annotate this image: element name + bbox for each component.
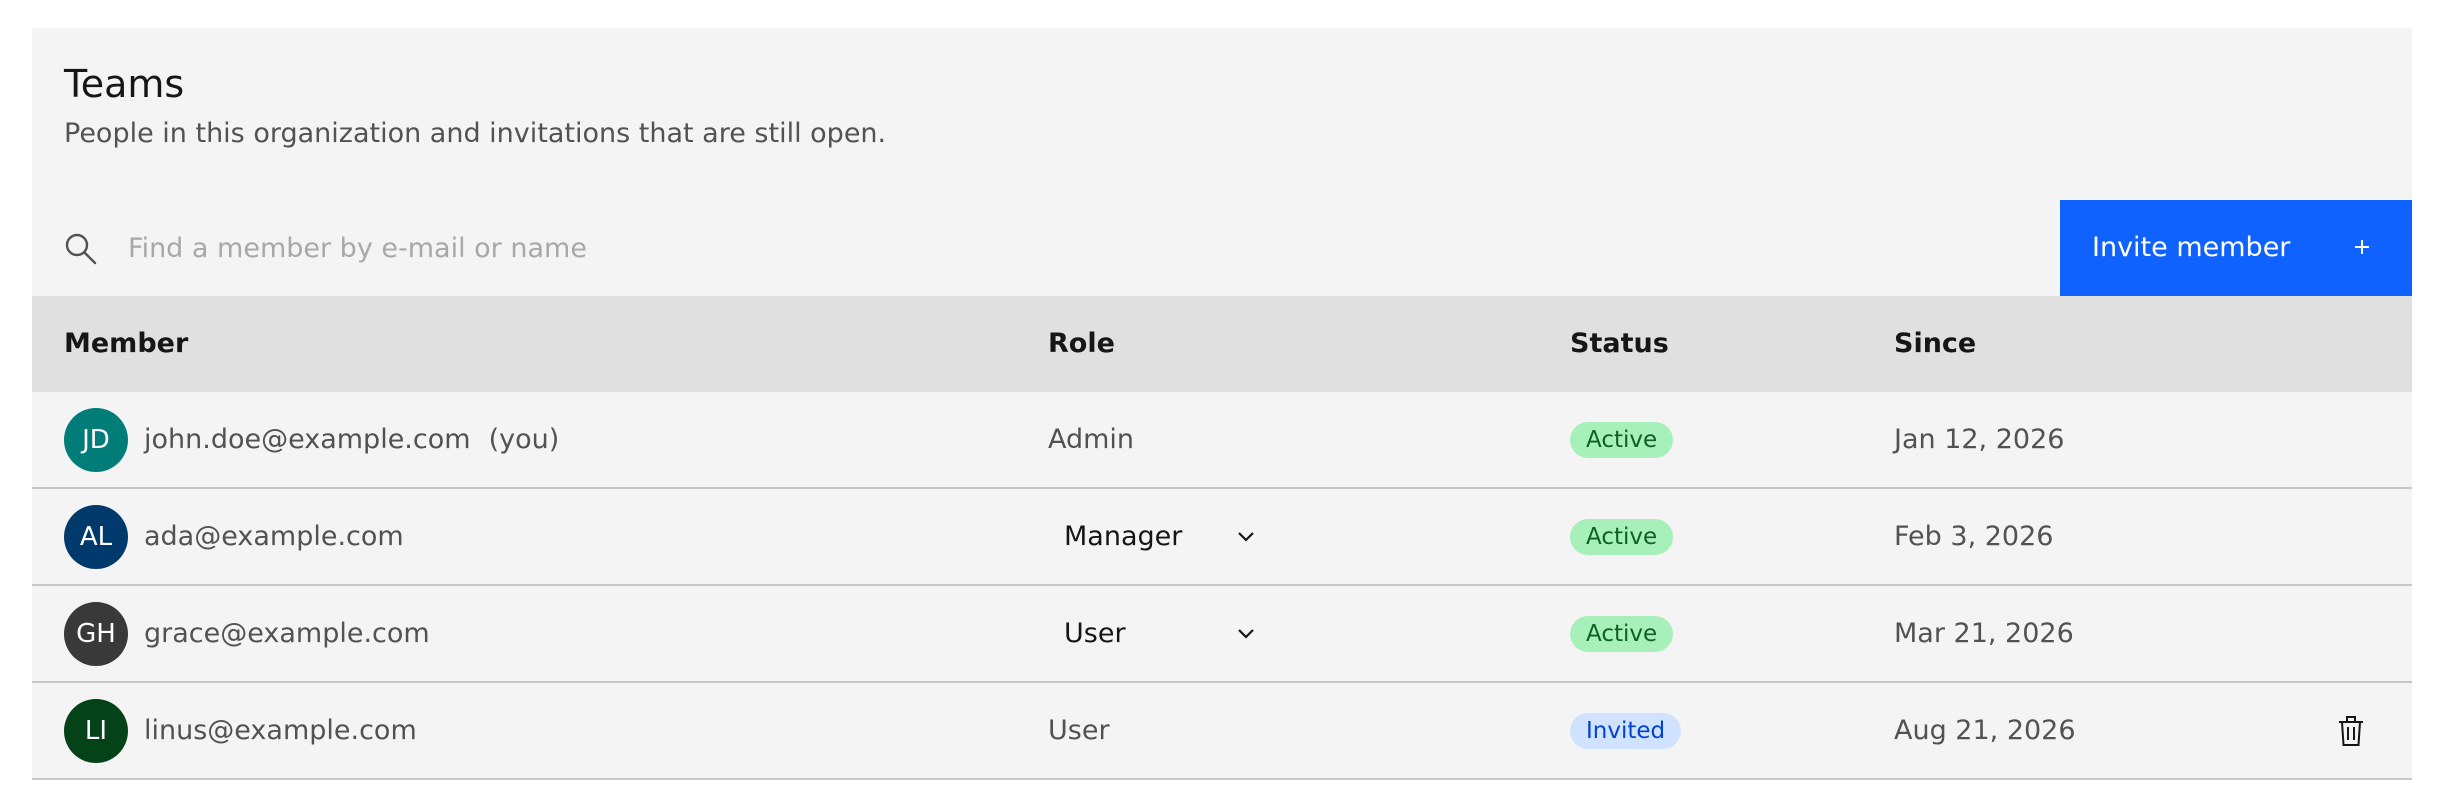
- role-dropdown[interactable]: User: [1048, 602, 1268, 666]
- chevron-down-icon: [1238, 628, 1254, 639]
- search-icon: [65, 233, 97, 265]
- invite-member-button[interactable]: Invite member: [2060, 200, 2412, 296]
- since-date: Feb 3, 2026: [1894, 521, 2054, 552]
- table-row: JD john.doe@example.com (you) Admin Acti…: [32, 392, 2412, 489]
- column-header-role[interactable]: Role: [1048, 328, 1115, 359]
- column-header-status[interactable]: Status: [1570, 328, 1669, 359]
- role-dropdown-value: User: [1064, 618, 1126, 649]
- table-row: LI linus@example.com User Invited Aug 21…: [32, 683, 2412, 780]
- page-subtitle: People in this organization and invitati…: [64, 118, 887, 149]
- page-title: Teams: [64, 62, 185, 106]
- status-cell: Active: [1570, 392, 1674, 487]
- member-cell: LI linus@example.com: [64, 683, 417, 778]
- column-header-since[interactable]: Since: [1894, 328, 1976, 359]
- table-header: Member Role Status Since: [32, 296, 2412, 392]
- member-email: linus@example.com: [144, 715, 417, 746]
- status-badge: Active: [1570, 421, 1674, 458]
- role-cell: User: [1048, 586, 1268, 681]
- since-date: Aug 21, 2026: [1894, 715, 2076, 746]
- role-cell: Manager: [1048, 489, 1268, 584]
- table-toolbar: Invite member: [32, 200, 2412, 296]
- member-email: grace@example.com: [144, 618, 430, 649]
- role-dropdown[interactable]: Manager: [1048, 505, 1268, 569]
- you-label: (you): [488, 424, 560, 455]
- role-dropdown-value: Manager: [1064, 521, 1183, 552]
- table-row: GH grace@example.com User Active Mar 21,…: [32, 586, 2412, 683]
- member-cell: JD john.doe@example.com (you): [64, 392, 559, 487]
- member-email: john.doe@example.com: [144, 424, 471, 455]
- status-cell: Active: [1570, 489, 1674, 584]
- member-cell: GH grace@example.com: [64, 586, 430, 681]
- teams-card: Teams People in this organization and in…: [32, 28, 2412, 780]
- status-badge: Active: [1570, 518, 1674, 555]
- plus-icon: [2355, 240, 2369, 254]
- since-date: Jan 12, 2026: [1894, 424, 2065, 455]
- table-row: AL ada@example.com Manager Active Feb 3,…: [32, 489, 2412, 586]
- status-badge: Active: [1570, 615, 1674, 652]
- since-date: Mar 21, 2026: [1894, 618, 2074, 649]
- trash-icon[interactable]: [2336, 715, 2366, 747]
- invite-member-label: Invite member: [2092, 232, 2291, 263]
- members-table: Member Role Status Since JD john.doe@exa…: [32, 296, 2412, 780]
- status-cell: Active: [1570, 586, 1674, 681]
- avatar: JD: [64, 407, 128, 472]
- avatar: GH: [64, 601, 128, 666]
- search-input[interactable]: [128, 200, 2028, 296]
- status-cell: Invited: [1570, 683, 1682, 778]
- member-cell: AL ada@example.com: [64, 489, 404, 584]
- search-box: [32, 200, 2060, 296]
- avatar: AL: [64, 504, 128, 569]
- member-email: ada@example.com: [144, 521, 404, 552]
- status-badge: Invited: [1570, 712, 1682, 749]
- column-header-member[interactable]: Member: [64, 328, 188, 359]
- role-text: Admin: [1048, 424, 1135, 455]
- role-text: User: [1048, 715, 1110, 746]
- chevron-down-icon: [1238, 531, 1254, 542]
- avatar: LI: [64, 698, 128, 763]
